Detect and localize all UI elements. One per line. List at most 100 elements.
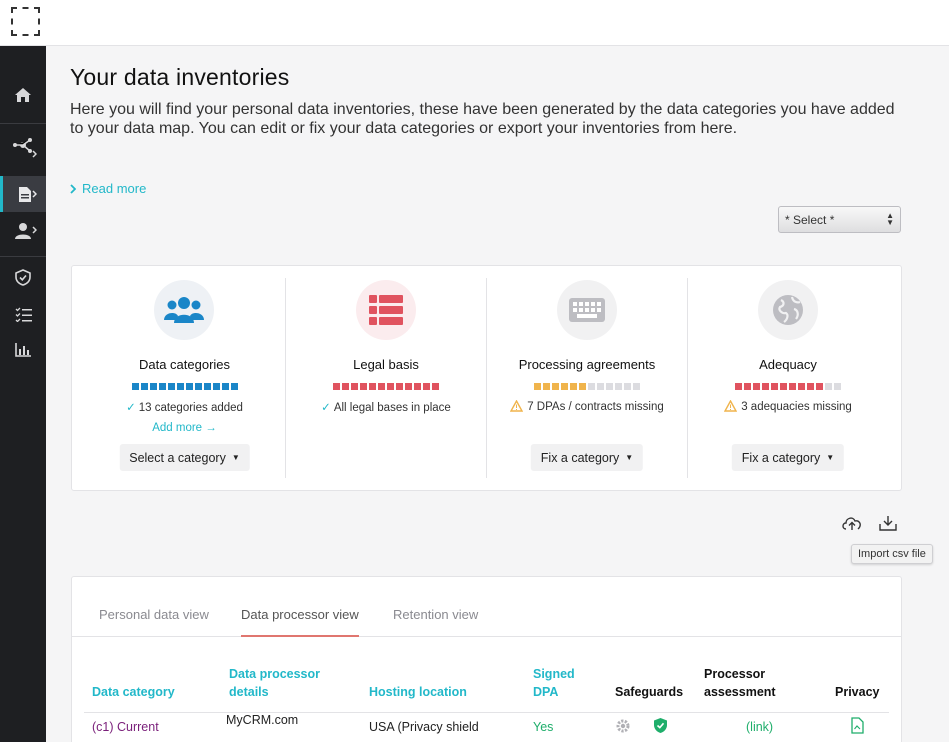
document-icon xyxy=(18,186,31,202)
gear-icon[interactable] xyxy=(615,718,631,734)
tab-personal-data-view[interactable]: Personal data view xyxy=(99,607,209,637)
check-icon: ✓ xyxy=(126,402,136,414)
progress-segment xyxy=(387,383,394,390)
nav-data-map[interactable] xyxy=(0,128,46,164)
cloud-upload-icon[interactable] xyxy=(841,515,863,531)
card-legal-basis: Legal basis ✓ All legal bases in place xyxy=(285,278,486,478)
chevron-right-icon xyxy=(32,226,37,234)
progress-bar xyxy=(286,383,486,390)
card-title: Adequacy xyxy=(759,357,817,372)
main-content: Your data inventories Here you will find… xyxy=(46,46,949,742)
progress-segment xyxy=(588,383,595,390)
progress-segment xyxy=(753,383,760,390)
nav-security[interactable] xyxy=(0,259,46,295)
header-divider xyxy=(84,712,889,713)
progress-segment xyxy=(570,383,577,390)
caret-down-icon: ▼ xyxy=(625,453,634,462)
progress-segment xyxy=(176,383,184,390)
progress-bar xyxy=(688,383,888,390)
import-tooltip: Import csv file xyxy=(851,544,933,564)
tab-retention-view[interactable]: Retention view xyxy=(393,607,478,637)
nav-users[interactable] xyxy=(0,212,46,248)
progress-segment xyxy=(342,383,349,390)
select-arrows-icon: ▲ ▼ xyxy=(886,211,894,227)
progress-segment xyxy=(606,383,613,390)
progress-segment xyxy=(735,383,742,390)
progress-segment xyxy=(615,383,622,390)
progress-segment xyxy=(534,383,541,390)
progress-segment xyxy=(771,383,778,390)
users-icon xyxy=(154,280,214,340)
col-hosting-location[interactable]: Hosting location xyxy=(369,683,467,701)
progress-segment xyxy=(597,383,604,390)
chevron-right-icon xyxy=(32,150,37,158)
warning-icon xyxy=(724,399,738,412)
progress-segment xyxy=(744,383,751,390)
inventory-select[interactable]: * Select * ▲ ▼ xyxy=(778,206,901,233)
add-more-link[interactable]: Add more → xyxy=(84,422,285,434)
nav-home[interactable] xyxy=(0,77,46,113)
progress-segment xyxy=(825,383,832,390)
read-more-link[interactable]: Read more xyxy=(70,181,146,196)
progress-segment xyxy=(167,383,175,390)
progress-segment xyxy=(230,383,238,390)
nav-inventories[interactable] xyxy=(0,176,46,212)
nav-checklist[interactable] xyxy=(0,296,46,332)
page-title: Your data inventories xyxy=(70,64,290,90)
col-signed-dpa[interactable]: Signed DPA xyxy=(533,665,593,701)
bar-chart-icon xyxy=(15,343,31,357)
progress-segment xyxy=(789,383,796,390)
logo-placeholder[interactable] xyxy=(11,7,40,36)
card-title: Data categories xyxy=(138,357,231,372)
globe-icon xyxy=(758,280,818,340)
progress-bar xyxy=(84,383,285,390)
card-status: 7 DPAs / contracts missing xyxy=(487,399,687,413)
progress-segment xyxy=(432,383,439,390)
cell-processor-details: MyCRM.com xyxy=(226,713,299,727)
card-title: Processing agreements xyxy=(518,357,656,372)
cell-data-category[interactable]: (c1) Current xyxy=(92,720,159,734)
fix-category-button[interactable]: Fix a category ▼ xyxy=(530,444,644,471)
inventory-panel: Personal data view Data processor view R… xyxy=(71,576,902,742)
progress-segment xyxy=(633,383,640,390)
progress-segment xyxy=(798,383,805,390)
progress-segment xyxy=(212,383,220,390)
progress-segment xyxy=(807,383,814,390)
shield-check-icon[interactable] xyxy=(653,717,668,734)
progress-segment xyxy=(149,383,157,390)
progress-segment xyxy=(378,383,385,390)
progress-segment xyxy=(405,383,412,390)
summary-cards: Data categories ✓ 13 categories added Add… xyxy=(71,265,902,491)
chevron-right-icon xyxy=(32,190,37,198)
col-processor-details[interactable]: Data processor details xyxy=(229,665,349,701)
check-icon: ✓ xyxy=(321,402,331,414)
network-icon xyxy=(13,138,32,153)
progress-segment xyxy=(351,383,358,390)
download-icon[interactable] xyxy=(879,515,897,531)
file-icon[interactable] xyxy=(851,717,864,734)
progress-segment xyxy=(396,383,403,390)
progress-segment xyxy=(158,383,166,390)
card-status: ✓ 13 categories added xyxy=(126,402,243,414)
user-icon xyxy=(15,222,31,239)
col-data-category[interactable]: Data category xyxy=(92,683,175,701)
col-processor-assessment: Processor assessment xyxy=(704,667,776,699)
fix-category-button[interactable]: Fix a category ▼ xyxy=(731,444,845,471)
top-bar xyxy=(0,0,949,46)
col-safeguards: Safeguards xyxy=(615,685,684,699)
tab-data-processor-view[interactable]: Data processor view xyxy=(241,607,359,637)
progress-segment xyxy=(333,383,340,390)
progress-segment xyxy=(762,383,769,390)
page-description: Here you will find your personal data in… xyxy=(70,101,895,137)
caret-down-icon: ▼ xyxy=(826,453,835,462)
nav-reports[interactable] xyxy=(0,332,46,368)
progress-segment xyxy=(185,383,193,390)
caret-down-icon: ▼ xyxy=(231,453,240,462)
sidebar xyxy=(0,46,46,742)
view-tabs: Personal data view Data processor view R… xyxy=(72,577,901,637)
progress-segment xyxy=(423,383,430,390)
checklist-icon xyxy=(15,307,32,322)
select-category-button[interactable]: Select a category ▼ xyxy=(119,444,250,471)
card-status: ✓ All legal bases in place xyxy=(321,402,451,414)
cell-processor-assessment-link[interactable]: (link) xyxy=(746,720,773,734)
